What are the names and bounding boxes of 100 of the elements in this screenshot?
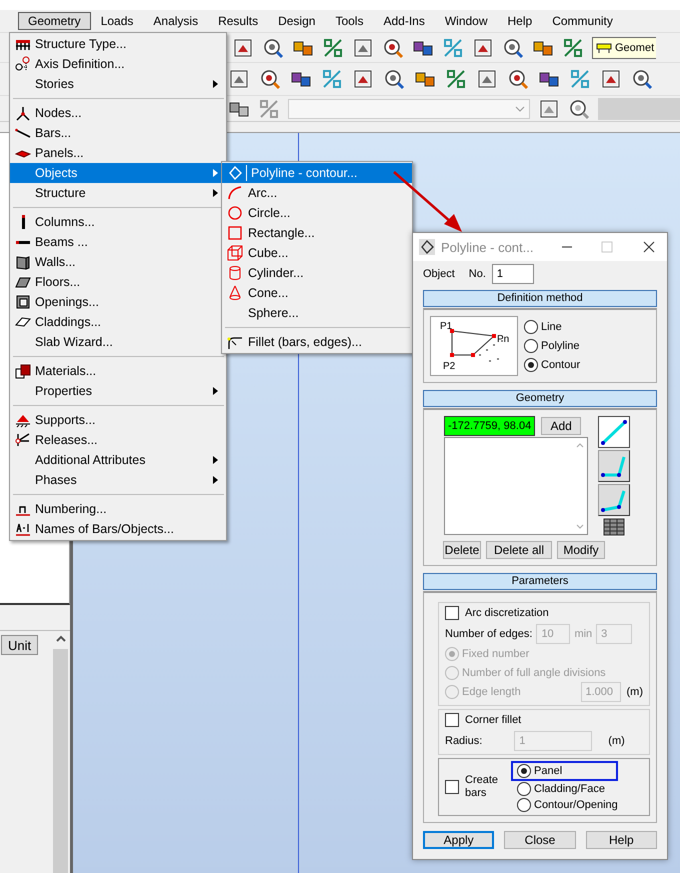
- dialog-button[interactable]: Close: [504, 831, 576, 849]
- tool-icon[interactable]: [568, 98, 590, 120]
- radio-button[interactable]: [517, 782, 531, 796]
- field-label: Number of edges:: [445, 628, 532, 640]
- tool-icon[interactable]: [262, 36, 284, 58]
- dialog-button[interactable]: Apply: [423, 831, 494, 849]
- radio-button[interactable]: [517, 764, 531, 778]
- menu-item[interactable]: Sphere...: [222, 303, 412, 323]
- radio-label: Contour: [541, 359, 580, 371]
- tool-icon[interactable]: [383, 68, 405, 90]
- radio-label: Polyline: [541, 340, 580, 352]
- menu-item[interactable]: Axis Definition...: [10, 54, 226, 74]
- field-label: No.: [468, 268, 486, 280]
- tool-icon[interactable]: [228, 68, 250, 90]
- menu-bar-item[interactable]: Design: [268, 12, 326, 30]
- menu-item[interactable]: Nodes...: [10, 103, 226, 123]
- window-title: Polyline - cont...: [441, 240, 534, 254]
- radio-label: Panel: [534, 765, 562, 777]
- list-button[interactable]: Delete all: [486, 541, 552, 559]
- menu-item[interactable]: Panels...: [10, 143, 226, 163]
- scrollbar[interactable]: [53, 635, 68, 873]
- menu-item[interactable]: Numbering...: [10, 499, 226, 519]
- tool-icon[interactable]: [352, 68, 374, 90]
- polyline-icon: [419, 239, 435, 255]
- materials-icon: [15, 363, 31, 379]
- tool-icon[interactable]: [259, 68, 281, 90]
- field-label: Object: [423, 268, 455, 280]
- tool-icon[interactable]: [538, 98, 560, 120]
- menu-item[interactable]: Properties: [10, 381, 226, 401]
- menu-item[interactable]: Materials...: [10, 361, 226, 381]
- tool-icon[interactable]: [507, 68, 529, 90]
- menu-item[interactable]: Stories: [10, 74, 226, 94]
- menu-item[interactable]: Rectangle...: [222, 223, 412, 243]
- line-tool-icon[interactable]: [598, 416, 630, 448]
- dialog-button[interactable]: Help: [586, 831, 657, 849]
- menu-item[interactable]: Phases: [10, 470, 226, 490]
- menu-bar-item[interactable]: Loads: [90, 12, 144, 30]
- submenu-arrow-icon: [213, 387, 218, 395]
- field-label: min: [574, 628, 592, 640]
- rectangle-icon: [227, 225, 243, 241]
- radio-button[interactable]: [517, 798, 531, 812]
- section-header: Geometry: [423, 390, 657, 407]
- menu-item[interactable]: Polyline - contour...: [222, 163, 412, 183]
- list-button[interactable]: Delete: [443, 541, 481, 559]
- tool-icon[interactable]: [476, 68, 498, 90]
- menu-bar-item[interactable]: Geometry: [18, 12, 91, 30]
- menu-item[interactable]: Releases...: [10, 430, 226, 450]
- menu-item[interactable]: Circle...: [222, 203, 412, 223]
- column-header[interactable]: Unit: [1, 635, 38, 655]
- menu-item[interactable]: Names of Bars/Objects...: [10, 519, 226, 539]
- checkbox[interactable]: [445, 780, 459, 794]
- radio-button[interactable]: [524, 358, 538, 372]
- menu-item[interactable]: Arc...: [222, 183, 412, 203]
- checkbox-label: Arc discretization: [465, 607, 549, 619]
- tool-icon[interactable]: [502, 36, 524, 58]
- menu-bar-item[interactable]: Tools: [325, 12, 374, 30]
- circle-icon: [227, 205, 243, 221]
- list-button[interactable]: Modify: [557, 541, 605, 559]
- section-header: Definition method: [423, 290, 657, 307]
- menu-bar-item[interactable]: Analysis: [143, 12, 208, 30]
- menu-bar-item[interactable]: Help: [498, 12, 542, 30]
- tool-icon[interactable]: [232, 36, 254, 58]
- coordinate-field[interactable]: -172.7759, 98.04: [444, 416, 536, 436]
- menu-bar-item[interactable]: Add-Ins: [373, 12, 435, 30]
- menu-item[interactable]: Cube...: [222, 243, 412, 263]
- checkbox-label: Corner fillet: [465, 714, 522, 726]
- view-dropdown[interactable]: Geomet: [592, 36, 656, 58]
- polyline-tool-icon[interactable]: [598, 484, 630, 516]
- menu-bar-item[interactable]: Community: [542, 12, 623, 30]
- menu-item[interactable]: Fillet (bars, edges)...: [222, 332, 412, 352]
- arc-icon: [227, 185, 243, 201]
- table-icon[interactable]: [603, 518, 625, 536]
- menu-item[interactable]: Supports...: [10, 410, 226, 430]
- polyline-icon: [227, 165, 243, 181]
- menu-item[interactable]: Bars...: [10, 123, 226, 143]
- menu-item[interactable]: Structure Type...: [10, 34, 226, 54]
- close-icon[interactable]: [643, 241, 655, 253]
- tool-icon[interactable]: [382, 36, 404, 58]
- add-button[interactable]: Add: [541, 417, 582, 435]
- menu-item[interactable]: Cylinder...: [222, 263, 412, 283]
- section-header: Parameters: [423, 573, 657, 590]
- number-field[interactable]: 1: [492, 264, 534, 284]
- scroll-up-icon[interactable]: [56, 635, 66, 643]
- menu-item[interactable]: Cone...: [222, 283, 412, 303]
- radio-label: Cladding/Face: [534, 783, 605, 795]
- radio-button[interactable]: [524, 320, 538, 334]
- opening-icon: [15, 294, 31, 310]
- submenu-arrow-icon: [213, 456, 218, 464]
- tool-icon[interactable]: [472, 36, 494, 58]
- menu-item[interactable]: Additional Attributes: [10, 450, 226, 470]
- submenu-arrow-icon: [213, 80, 218, 88]
- menu-bar-item[interactable]: Results: [208, 12, 268, 30]
- tool-icon[interactable]: [352, 36, 374, 58]
- radio-label: Contour/Opening: [534, 799, 618, 811]
- tool-icon[interactable]: [600, 68, 622, 90]
- wall-icon: [15, 254, 31, 270]
- radio-button[interactable]: [524, 339, 538, 353]
- menu-bar-item[interactable]: Window: [434, 12, 498, 30]
- tool-icon[interactable]: [631, 68, 653, 90]
- polyline-tool-icon[interactable]: [598, 450, 630, 482]
